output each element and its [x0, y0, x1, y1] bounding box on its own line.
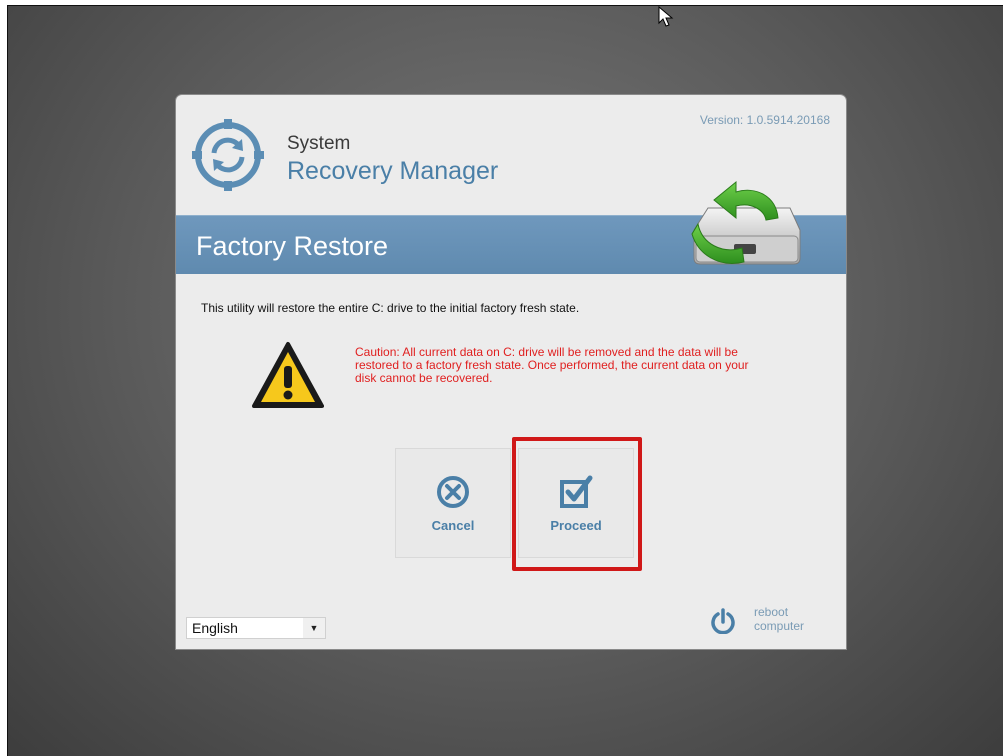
reboot-label-line1: reboot: [754, 605, 789, 619]
proceed-button[interactable]: Proceed: [518, 448, 634, 558]
checkbox-icon: [560, 475, 593, 508]
reboot-label-line2: computer: [754, 619, 805, 633]
cancel-circle-icon: [437, 476, 469, 508]
intro-text: This utility will restore the entire C: …: [201, 301, 580, 315]
proceed-label: Proceed: [550, 518, 602, 533]
recovery-logo-icon: [192, 119, 264, 191]
version-label: Version: 1.0.5914.20168: [699, 113, 830, 127]
cancel-label: Cancel: [431, 518, 475, 533]
banner-title: Factory Restore: [196, 231, 389, 261]
language-select[interactable]: English ▼: [186, 617, 326, 639]
power-icon: [711, 608, 735, 634]
recovery-dialog: System Recovery Manager Version: 1.0.591…: [176, 95, 846, 649]
language-value: English: [192, 620, 238, 636]
app-title: Recovery Manager: [287, 157, 499, 185]
caution-text: Caution: All current data on C: drive wi…: [355, 345, 749, 385]
hard-drive-restore-icon: [691, 180, 801, 265]
reboot-computer-button[interactable]: reboot computer: [706, 602, 826, 638]
reboot-label: reboot computer: [754, 605, 804, 633]
cancel-button[interactable]: Cancel: [395, 448, 511, 558]
dropdown-arrow-icon[interactable]: ▼: [303, 618, 325, 638]
warning-icon: [252, 342, 324, 408]
mouse-cursor-icon: [658, 6, 674, 27]
app-subtitle: System: [287, 133, 351, 154]
